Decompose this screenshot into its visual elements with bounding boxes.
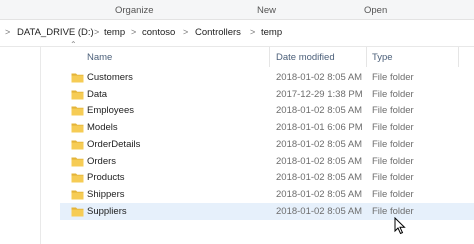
column-header-date[interactable]: Date modified: [276, 52, 335, 63]
folder-type: File folder: [372, 138, 414, 150]
folder-row[interactable]: Orders 2018-01-02 8:05 AM File folder: [60, 153, 474, 170]
breadcrumb-separator-icon[interactable]: >: [183, 27, 188, 37]
folder-icon: [71, 157, 84, 166]
folder-row[interactable]: Shippers 2018-01-02 8:05 AM File folder: [60, 186, 474, 203]
folder-date-modified: 2018-01-02 8:05 AM: [276, 105, 363, 117]
breadcrumb-chevron-icon[interactable]: >: [5, 27, 10, 37]
folder-name: Products: [87, 172, 125, 184]
folder-name: Customers: [87, 72, 133, 83]
open-group-label[interactable]: Open: [364, 5, 387, 16]
folder-type: File folder: [372, 105, 414, 117]
folder-icon: [71, 90, 84, 100]
breadcrumb-contoso[interactable]: contoso: [142, 27, 175, 38]
folder-name: Models: [87, 122, 118, 134]
folder-type: File folder: [372, 88, 414, 100]
folder-type: File folder: [372, 155, 414, 167]
folder-type: File folder: [372, 172, 414, 184]
navigation-pane[interactable]: [0, 47, 38, 244]
breadcrumb-separator-icon[interactable]: >: [131, 27, 136, 37]
folder-date-modified: 2018-01-02 8:05 AM: [276, 188, 363, 200]
column-separator[interactable]: [269, 47, 270, 67]
folder-type: File folder: [372, 72, 414, 83]
column-header-type[interactable]: Type: [372, 52, 393, 63]
folder-name: Employees: [87, 105, 134, 117]
column-header-bar: Name Date modified Type: [60, 47, 474, 67]
folder-row[interactable]: Data 2017-12-29 1:38 PM File folder: [60, 86, 474, 103]
folder-date-modified: 2018-01-02 8:05 AM: [276, 155, 363, 167]
breadcrumb-separator-icon[interactable]: >: [94, 27, 99, 37]
folder-name: Suppliers: [87, 205, 127, 217]
breadcrumb-temp-current[interactable]: temp: [261, 27, 282, 38]
folder-icon: [71, 173, 84, 183]
column-separator[interactable]: [366, 47, 367, 67]
folder-date-modified: 2017-12-29 1:38 PM: [276, 88, 363, 100]
folder-icon: [71, 123, 84, 133]
breadcrumb-drive[interactable]: DATA_DRIVE (D:): [17, 27, 94, 38]
folder-date-modified: 2018-01-01 6:06 PM: [276, 122, 363, 134]
folder-icon: [71, 73, 84, 83]
folder-name: Shippers: [87, 188, 125, 200]
folder-row[interactable]: Models 2018-01-01 6:06 PM File folder: [60, 119, 474, 136]
folder-name: Orders: [87, 155, 117, 167]
folder-row[interactable]: Products 2018-01-02 8:05 AM File folder: [60, 169, 474, 186]
folder-name: OrderDetails: [87, 138, 141, 150]
pane-divider[interactable]: [40, 47, 41, 244]
breadcrumb-separator-icon[interactable]: >: [250, 27, 255, 37]
folder-icon: [71, 207, 84, 217]
folder-icon: [71, 190, 84, 200]
breadcrumb-controllers[interactable]: Controllers: [195, 27, 241, 38]
folder-name: Data: [87, 88, 108, 100]
column-separator[interactable]: [458, 47, 459, 67]
folder-date-modified: 2018-01-02 8:05 AM: [276, 138, 363, 150]
folder-type: File folder: [372, 205, 414, 217]
folder-row[interactable]: Customers 2018-01-02 8:05 AM File folder: [60, 69, 474, 86]
new-group-label[interactable]: New: [257, 5, 276, 16]
folder-type: File folder: [372, 188, 414, 200]
folder-icon: [71, 140, 84, 150]
folder-type: File folder: [372, 122, 414, 134]
folder-icon: [71, 106, 84, 116]
folder-date-modified: 2018-01-02 8:05 AM: [276, 172, 363, 184]
mouse-pointer-icon: [394, 217, 406, 235]
folder-row[interactable]: Suppliers 2018-01-02 8:05 AM File folder: [60, 202, 474, 220]
folder-row[interactable]: Employees 2018-01-02 8:05 AM File folder: [60, 102, 474, 119]
column-header-name[interactable]: Name: [87, 52, 112, 63]
organize-group-label[interactable]: Organize: [115, 5, 154, 16]
folder-date-modified: 2018-01-02 8:05 AM: [276, 205, 363, 217]
breadcrumb-temp[interactable]: temp: [104, 27, 125, 38]
folder-row[interactable]: OrderDetails 2018-01-02 8:05 AM File folde…: [60, 136, 474, 153]
folder-date-modified: 2018-01-02 8:05 AM: [276, 72, 363, 83]
ribbon: Organize New Open: [0, 0, 474, 20]
